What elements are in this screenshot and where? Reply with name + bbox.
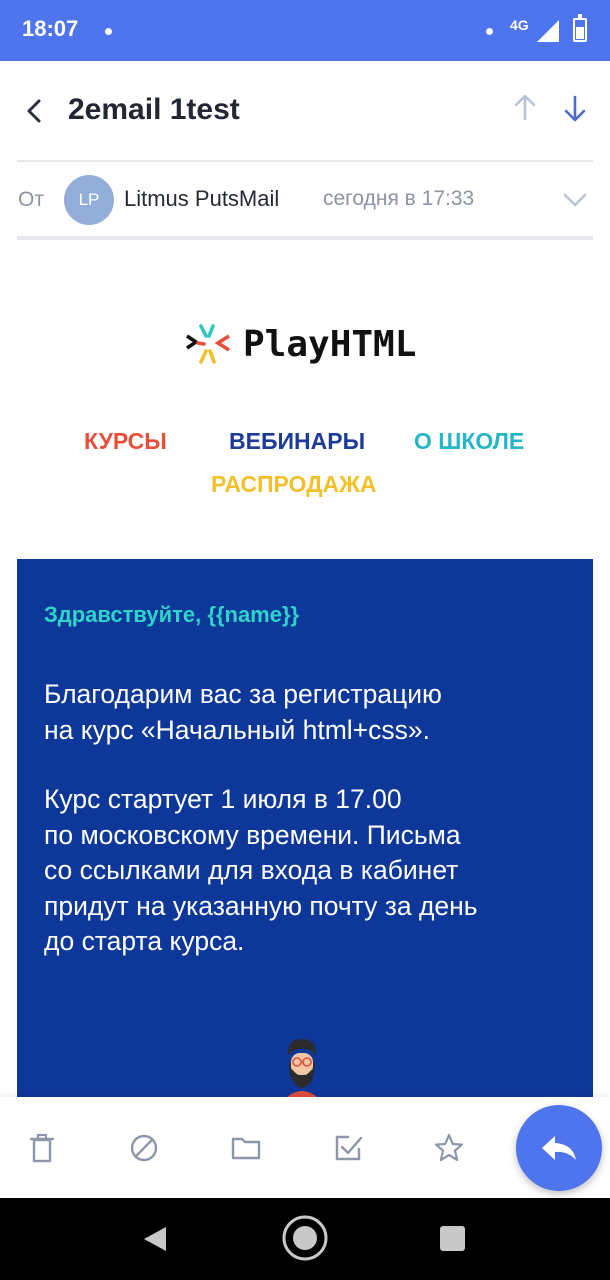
status-bar: 18:07 4G <box>0 0 610 61</box>
notification-dot-icon <box>105 28 112 35</box>
battery-icon <box>573 14 587 42</box>
message-header: 2email 1test <box>0 61 610 161</box>
back-triangle-icon[interactable] <box>142 1225 168 1253</box>
reply-button[interactable] <box>516 1105 602 1191</box>
star-icon[interactable] <box>432 1131 466 1165</box>
folder-icon[interactable] <box>229 1131 263 1165</box>
status-dot-icon <box>486 28 493 35</box>
avatar[interactable]: LP <box>64 175 114 225</box>
sender-row[interactable]: От LP Litmus PutsMail сегодня в 17:33 <box>0 162 610 238</box>
menu-link-webinars[interactable]: ВЕБИНАРЫ <box>229 428 365 455</box>
arrow-up-icon[interactable] <box>508 91 542 125</box>
email-content-block: Здравствуйте, {{name}} Благодарим вас за… <box>17 559 593 1099</box>
bearded-man-illustration-icon <box>287 1039 317 1097</box>
back-arrow-icon[interactable] <box>18 91 50 131</box>
logo-text: PlayHTML <box>243 324 417 365</box>
logo-mark-icon <box>186 324 230 364</box>
menu-link-courses[interactable]: КУРСЫ <box>84 428 167 455</box>
menu-link-about-school[interactable]: О ШКОЛЕ <box>414 428 524 455</box>
system-nav-bar <box>0 1198 610 1280</box>
arrow-down-icon[interactable] <box>558 91 592 125</box>
registration-paragraph: Благодарим вас за регистрацию на курс «Н… <box>44 679 442 745</box>
course-start-paragraph: Курс стартует 1 июля в 17.00 по московск… <box>44 784 478 956</box>
reply-icon <box>542 1136 576 1160</box>
mark-done-icon[interactable] <box>331 1131 365 1165</box>
recents-square-icon[interactable] <box>440 1226 465 1251</box>
network-type: 4G <box>510 17 529 33</box>
home-circle-icon[interactable] <box>281 1214 329 1262</box>
message-date: сегодня в 17:33 <box>323 187 475 210</box>
status-time: 18:07 <box>22 16 79 41</box>
message-subject: 2email 1test <box>68 93 240 126</box>
signal-icon <box>537 20 559 42</box>
block-icon[interactable] <box>127 1131 161 1165</box>
sender-name[interactable]: Litmus PutsMail <box>124 186 279 212</box>
playhtml-logo[interactable]: PlayHTML <box>185 322 445 370</box>
from-label: От <box>18 188 44 211</box>
sender-divider <box>17 236 593 240</box>
menu-link-sale[interactable]: РАСПРОДАЖА <box>211 471 377 498</box>
trash-icon[interactable] <box>25 1131 59 1165</box>
chevron-down-icon[interactable] <box>561 188 589 212</box>
greeting-text: Здравствуйте, {{name}} <box>44 602 300 627</box>
